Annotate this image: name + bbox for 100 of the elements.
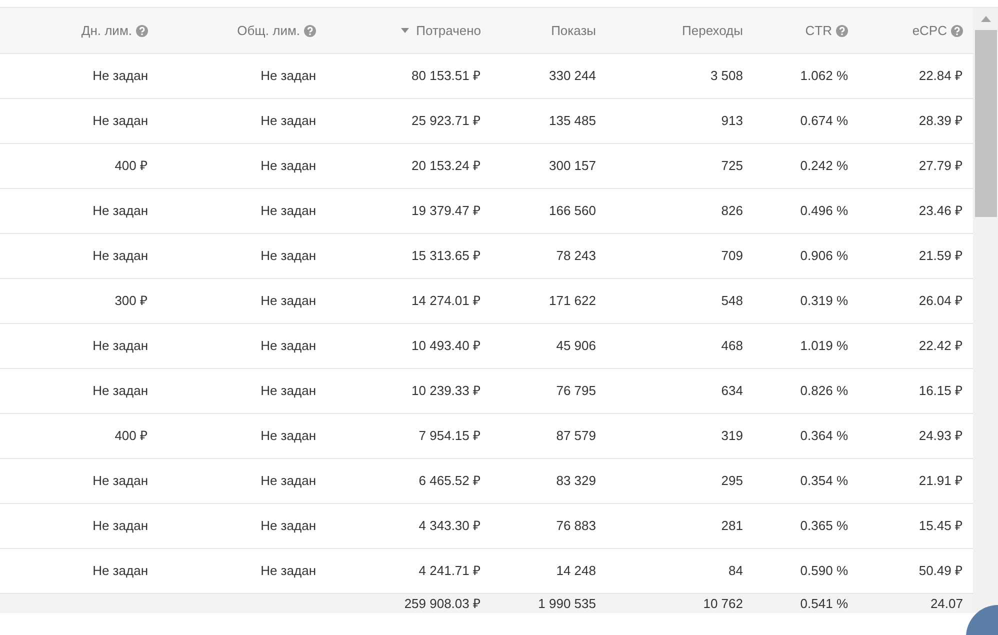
table-cell-text: Не задан — [260, 247, 316, 266]
table-cell-text: 45 906 — [556, 337, 596, 356]
table-cell-text: Не задан — [260, 472, 316, 490]
table-cell-text: Не задан — [260, 337, 316, 356]
table-cell-text: 83 329 — [556, 472, 596, 490]
table-cell-text: 0.354 % — [800, 472, 848, 490]
table-cell-text: 22.42 ₽ — [918, 337, 963, 356]
table-cell-text: 166 560 — [549, 202, 596, 220]
table-cell-text: 0.906 % — [800, 247, 848, 266]
table-cell-text: 468 — [721, 337, 743, 356]
table-cell-text: 15 313.65 ₽ — [412, 247, 481, 266]
table-cell-text: 15.45 ₽ — [918, 517, 963, 536]
column-header[interactable]: Показы — [551, 20, 596, 40]
table-cell-text: 87 579 — [556, 427, 596, 446]
table-cell-text: Не задан — [92, 562, 148, 580]
table-cell-text: 0.364 % — [800, 427, 848, 446]
table-cell-text: 21.59 ₽ — [918, 247, 963, 266]
table-cell-text: Не задан — [92, 337, 148, 356]
table-cell-text: Не задан — [92, 112, 148, 130]
table-cell-text: 24.93 ₽ — [918, 427, 963, 446]
table-cell-text: 76 795 — [556, 382, 596, 400]
column-header[interactable]: eCPC — [912, 20, 947, 40]
table-cell-text: 25 923.71 ₽ — [412, 112, 481, 130]
table-cell-text: 50.49 ₽ — [918, 562, 963, 580]
table-cell-text: 0.590 % — [800, 562, 848, 580]
table-cell-text: 295 — [721, 472, 743, 490]
table-cell-text: 330 244 — [549, 67, 596, 86]
table-cell-text: 1.062 % — [800, 67, 848, 86]
table-cell-text: 84 — [728, 562, 743, 580]
table-cell-text: Не задан — [260, 292, 316, 310]
table-cell-text: 6 465.52 ₽ — [418, 472, 481, 490]
table-cell-text: 78 243 — [556, 247, 596, 266]
column-header[interactable]: Дн. лим. — [81, 20, 132, 40]
table-cell-text: 400 ₽ — [114, 427, 148, 446]
table-cell-text: 10 239.33 ₽ — [412, 382, 481, 400]
total-cell-text: 259 908.03 ₽ — [404, 595, 481, 613]
table-cell-text: 22.84 ₽ — [918, 67, 963, 86]
total-cell-text: 0.541 % — [800, 595, 848, 613]
table-cell-text: Не задан — [92, 202, 148, 220]
table-cell-text: 10 493.40 ₽ — [412, 337, 481, 356]
table-cell-text: 725 — [721, 157, 743, 176]
scrollbar[interactable] — [973, 8, 998, 613]
table-cell-text: 21.91 ₽ — [918, 472, 963, 490]
help-icon[interactable] — [304, 24, 316, 36]
help-icon[interactable] — [136, 24, 148, 36]
table-cell-text: 23.46 ₽ — [918, 202, 963, 220]
table-cell-text: Не задан — [260, 517, 316, 536]
table-cell-text: 27.79 ₽ — [918, 157, 963, 176]
table-cell-text: 14 248 — [556, 562, 596, 580]
table-cell-text: 19 379.47 ₽ — [412, 202, 481, 220]
table-cell-text: 548 — [721, 292, 743, 310]
table-cell-text: 4 241.71 ₽ — [418, 562, 481, 580]
column-header[interactable]: Переходы — [682, 20, 743, 40]
table-cell-text: 14 274.01 ₽ — [412, 292, 481, 310]
table-cell-text: Не задан — [260, 112, 316, 130]
table-cell-text: 0.674 % — [800, 112, 848, 130]
table-cell-text: 300 157 — [549, 157, 596, 176]
table-cell-text: Не задан — [92, 472, 148, 490]
table-cell-text: 7 954.15 ₽ — [418, 427, 481, 446]
table-cell-text: 1.019 % — [800, 337, 848, 356]
column-header[interactable]: Потрачено — [416, 20, 481, 40]
total-cell-text: 10 762 — [703, 595, 743, 613]
table-cell-text: 171 622 — [549, 292, 596, 310]
table-cell-text: 28.39 ₽ — [918, 112, 963, 130]
table-cell-text: 0.365 % — [800, 517, 848, 536]
table-cell-text: 400 ₽ — [114, 157, 148, 176]
table-cell-text: Не задан — [260, 202, 316, 220]
table-cell-text: 0.319 % — [800, 292, 848, 310]
table-cell-text: Не задан — [92, 247, 148, 266]
table-cell-text: Не задан — [260, 157, 316, 176]
table-cell-text: 4 343.30 ₽ — [418, 517, 481, 536]
table-cell-text: 16.15 ₽ — [918, 382, 963, 400]
total-cell-text: 1 990 535 — [538, 595, 596, 613]
table-cell-text: 20 153.24 ₽ — [412, 157, 481, 176]
table-cell-text: 300 ₽ — [114, 292, 148, 310]
table-cell-text: 26.04 ₽ — [918, 292, 963, 310]
table-cell-text: 135 485 — [549, 112, 596, 130]
table-cell-text: 76 883 — [556, 517, 596, 536]
table-cell-text: 709 — [721, 247, 743, 266]
help-icon[interactable] — [951, 24, 963, 36]
scroll-up-icon[interactable] — [980, 16, 990, 22]
table-cell-text: 3 508 — [710, 67, 743, 86]
table-cell-text: 634 — [721, 382, 743, 400]
column-header[interactable]: Общ. лим. — [237, 20, 300, 40]
table-cell-text: Не задан — [92, 382, 148, 400]
table-cell-text: 0.242 % — [800, 157, 848, 176]
scrollbar-thumb[interactable] — [974, 30, 996, 217]
table-cell-text: 826 — [721, 202, 743, 220]
table-cell-text: Не задан — [260, 67, 316, 86]
help-icon[interactable] — [836, 24, 848, 36]
table-cell-text: 0.496 % — [800, 202, 848, 220]
table-cell-text: Не задан — [92, 517, 148, 536]
table-cell-text: 913 — [721, 112, 743, 130]
column-header[interactable]: CTR — [805, 20, 832, 40]
table-cell-text: Не задан — [260, 562, 316, 580]
table-cell-text: Не задан — [92, 67, 148, 86]
table-cell-text: 281 — [721, 517, 743, 536]
table-cell-text: Не задан — [260, 427, 316, 446]
total-cell-text: 24.07 — [930, 595, 963, 613]
table-cell-text: Не задан — [260, 382, 316, 400]
